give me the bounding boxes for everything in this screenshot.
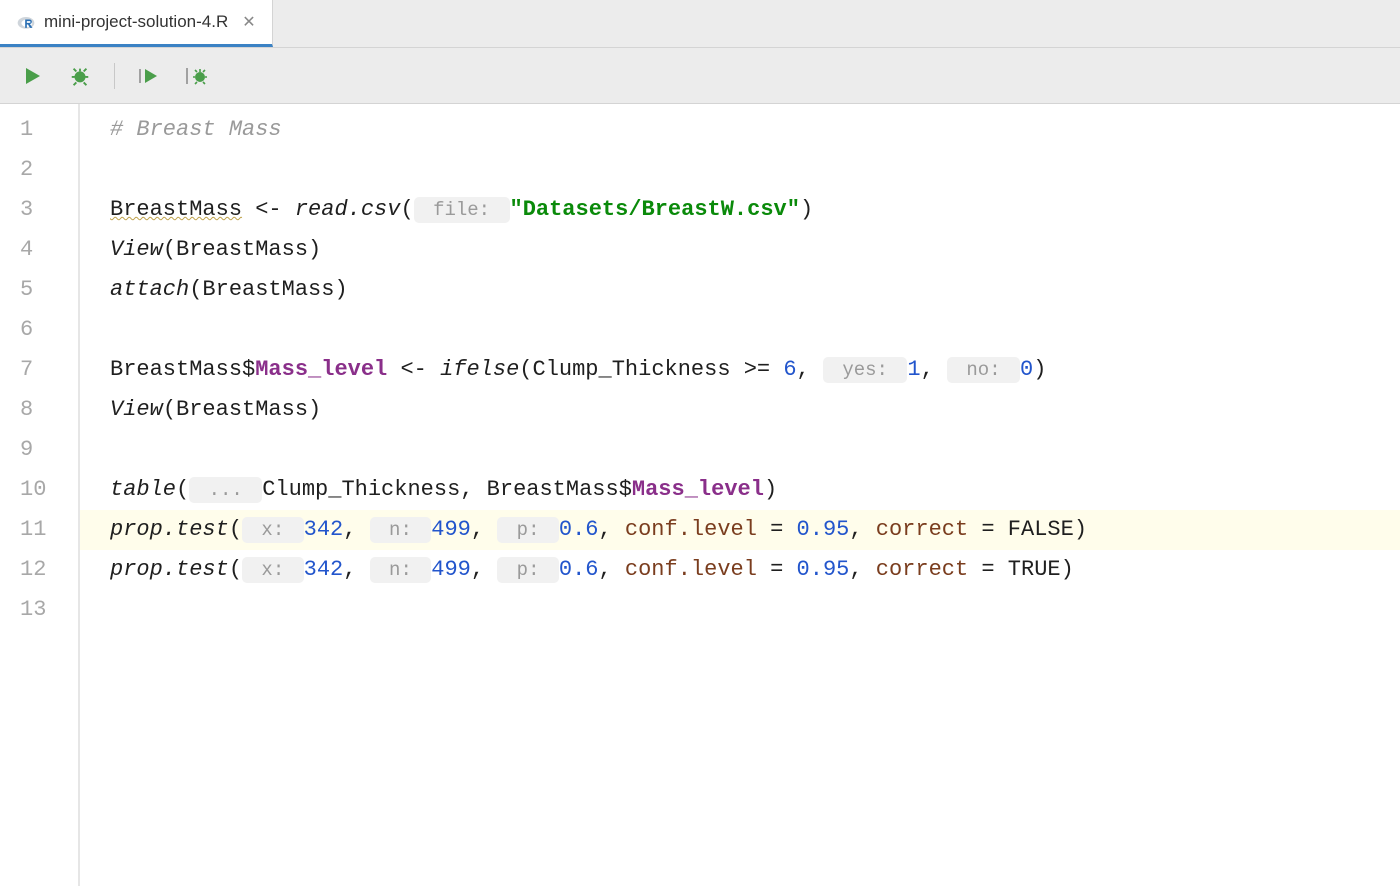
run-button[interactable] xyxy=(18,62,46,90)
line-number[interactable]: 9 xyxy=(0,430,78,470)
code-line: attach(BreastMass) xyxy=(80,270,1400,310)
line-number[interactable]: 2 xyxy=(0,150,78,190)
debug-selection-button[interactable] xyxy=(183,62,211,90)
line-number[interactable]: 6 xyxy=(0,310,78,350)
code-line: table( ... Clump_Thickness, BreastMass$M… xyxy=(80,470,1400,510)
line-number[interactable]: 12 xyxy=(0,550,78,590)
param-hint: n: xyxy=(370,517,432,543)
run-selection-button[interactable] xyxy=(135,62,163,90)
param-hint: file: xyxy=(414,197,510,223)
param-hint: ... xyxy=(189,477,262,503)
code-line-current: prop.test( x: 342, n: 499, p: 0.6, conf.… xyxy=(80,510,1400,550)
param-hint: n: xyxy=(370,557,432,583)
line-number[interactable]: 4 xyxy=(0,230,78,270)
code-line xyxy=(80,150,1400,190)
line-number[interactable]: 1 xyxy=(0,110,78,150)
line-number[interactable]: 13 xyxy=(0,590,78,630)
line-number[interactable]: 11 xyxy=(0,510,78,550)
editor: 1 2 3 4 5 6 7 8 9 10 11 12 13 # Breast M… xyxy=(0,104,1400,886)
gutter: 1 2 3 4 5 6 7 8 9 10 11 12 13 xyxy=(0,104,80,886)
code-line xyxy=(80,310,1400,350)
code-area[interactable]: # Breast Mass BreastMass <- read.csv( fi… xyxy=(80,104,1400,886)
param-hint: p: xyxy=(497,557,559,583)
line-number[interactable]: 5 xyxy=(0,270,78,310)
code-line: # Breast Mass xyxy=(80,110,1400,150)
line-number[interactable]: 10 xyxy=(0,470,78,510)
tab-bar: mini-project-solution-4.R ✕ xyxy=(0,0,1400,48)
code-line: View(BreastMass) xyxy=(80,230,1400,270)
line-number[interactable]: 3 xyxy=(0,190,78,230)
line-number[interactable]: 8 xyxy=(0,390,78,430)
code-line: BreastMass <- read.csv( file: "Datasets/… xyxy=(80,190,1400,230)
param-hint: no: xyxy=(947,357,1020,383)
toolbar xyxy=(0,48,1400,104)
param-hint: x: xyxy=(242,517,304,543)
debug-button[interactable] xyxy=(66,62,94,90)
code-line: prop.test( x: 342, n: 499, p: 0.6, conf.… xyxy=(80,550,1400,590)
r-file-icon xyxy=(16,12,36,32)
line-number[interactable]: 7 xyxy=(0,350,78,390)
tab-filename: mini-project-solution-4.R xyxy=(44,12,228,32)
param-hint: yes: xyxy=(823,357,907,383)
toolbar-separator xyxy=(114,63,115,89)
code-line: View(BreastMass) xyxy=(80,390,1400,430)
file-tab[interactable]: mini-project-solution-4.R ✕ xyxy=(0,0,273,47)
code-line xyxy=(80,590,1400,630)
code-line: BreastMass$Mass_level <- ifelse(Clump_Th… xyxy=(80,350,1400,390)
param-hint: x: xyxy=(242,557,304,583)
code-line xyxy=(80,430,1400,470)
param-hint: p: xyxy=(497,517,559,543)
close-icon[interactable]: ✕ xyxy=(242,12,255,32)
